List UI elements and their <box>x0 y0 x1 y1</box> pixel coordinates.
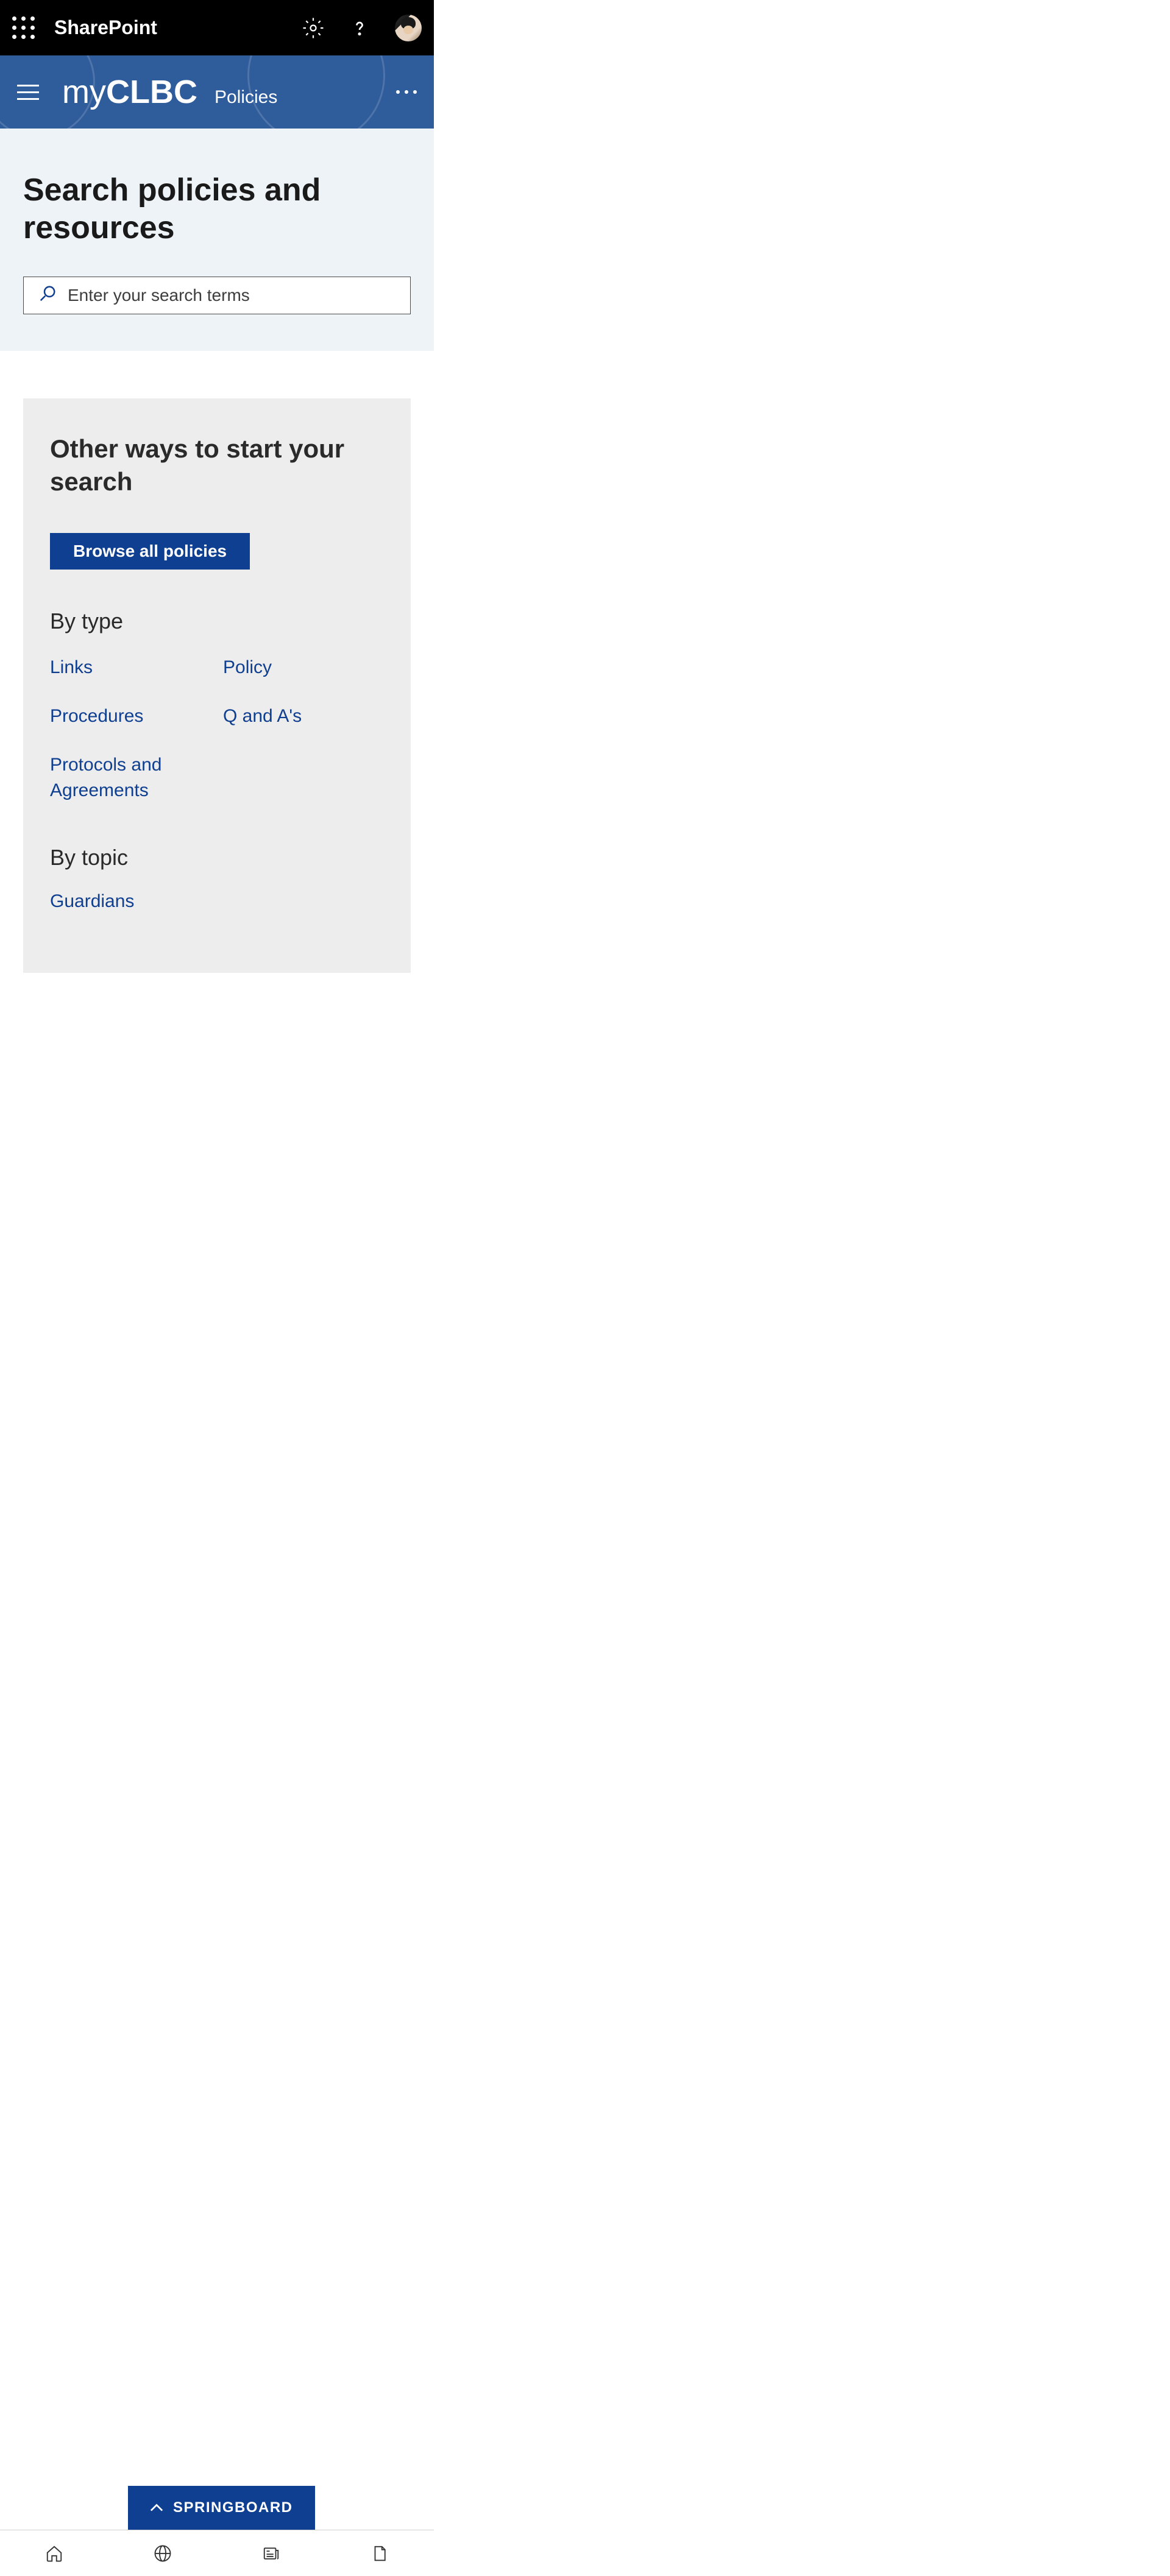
hamburger-menu-icon[interactable] <box>17 85 39 100</box>
by-topic-heading: By topic <box>50 845 384 870</box>
browse-all-button[interactable]: Browse all policies <box>50 533 250 570</box>
type-link-procedures[interactable]: Procedures <box>50 704 211 729</box>
topic-link-guardians[interactable]: Guardians <box>50 891 134 911</box>
avatar[interactable] <box>395 15 422 41</box>
search-section: Search policies and resources <box>0 129 434 351</box>
site-logo: myCLBC <box>62 73 197 111</box>
news-icon[interactable] <box>262 2544 280 2563</box>
type-link-qanda[interactable]: Q and A's <box>223 704 384 729</box>
home-icon[interactable] <box>45 2544 63 2563</box>
app-launcher-icon[interactable] <box>12 16 35 39</box>
springboard-button[interactable]: SPRINGBOARD <box>128 2486 315 2530</box>
other-ways-title: Other ways to start your search <box>50 432 384 499</box>
by-type-heading: By type <box>50 609 384 634</box>
file-icon[interactable] <box>370 2544 389 2563</box>
type-link-policy[interactable]: Policy <box>223 655 384 680</box>
settings-icon[interactable] <box>302 17 324 39</box>
site-logo-bold: CLBC <box>106 74 197 110</box>
site-title[interactable]: myCLBC Policies <box>62 73 277 111</box>
more-options-icon[interactable] <box>396 90 417 94</box>
suite-nav-right <box>302 15 422 41</box>
page-title: Search policies and resources <box>23 171 411 247</box>
other-ways-section: Other ways to start your search Browse a… <box>23 398 411 973</box>
springboard-label: SPRINGBOARD <box>173 2499 293 2516</box>
help-icon[interactable] <box>349 17 370 39</box>
suite-nav-left: SharePoint <box>12 16 157 39</box>
bottom-nav <box>0 2530 434 2576</box>
search-icon <box>38 284 57 306</box>
site-logo-prefix: my <box>62 74 106 110</box>
search-box[interactable] <box>23 277 411 314</box>
globe-icon[interactable] <box>154 2544 172 2563</box>
site-section-label: Policies <box>214 87 277 108</box>
by-type-links: Links Policy Procedures Q and A's Protoc… <box>50 655 384 803</box>
type-link-protocols[interactable]: Protocols and Agreements <box>50 752 211 803</box>
type-link-links[interactable]: Links <box>50 655 211 680</box>
chevron-up-icon <box>150 2504 163 2512</box>
app-name[interactable]: SharePoint <box>54 16 157 39</box>
suite-nav-bar: SharePoint <box>0 0 434 55</box>
search-input[interactable] <box>68 286 395 305</box>
site-header: myCLBC Policies <box>0 55 434 129</box>
